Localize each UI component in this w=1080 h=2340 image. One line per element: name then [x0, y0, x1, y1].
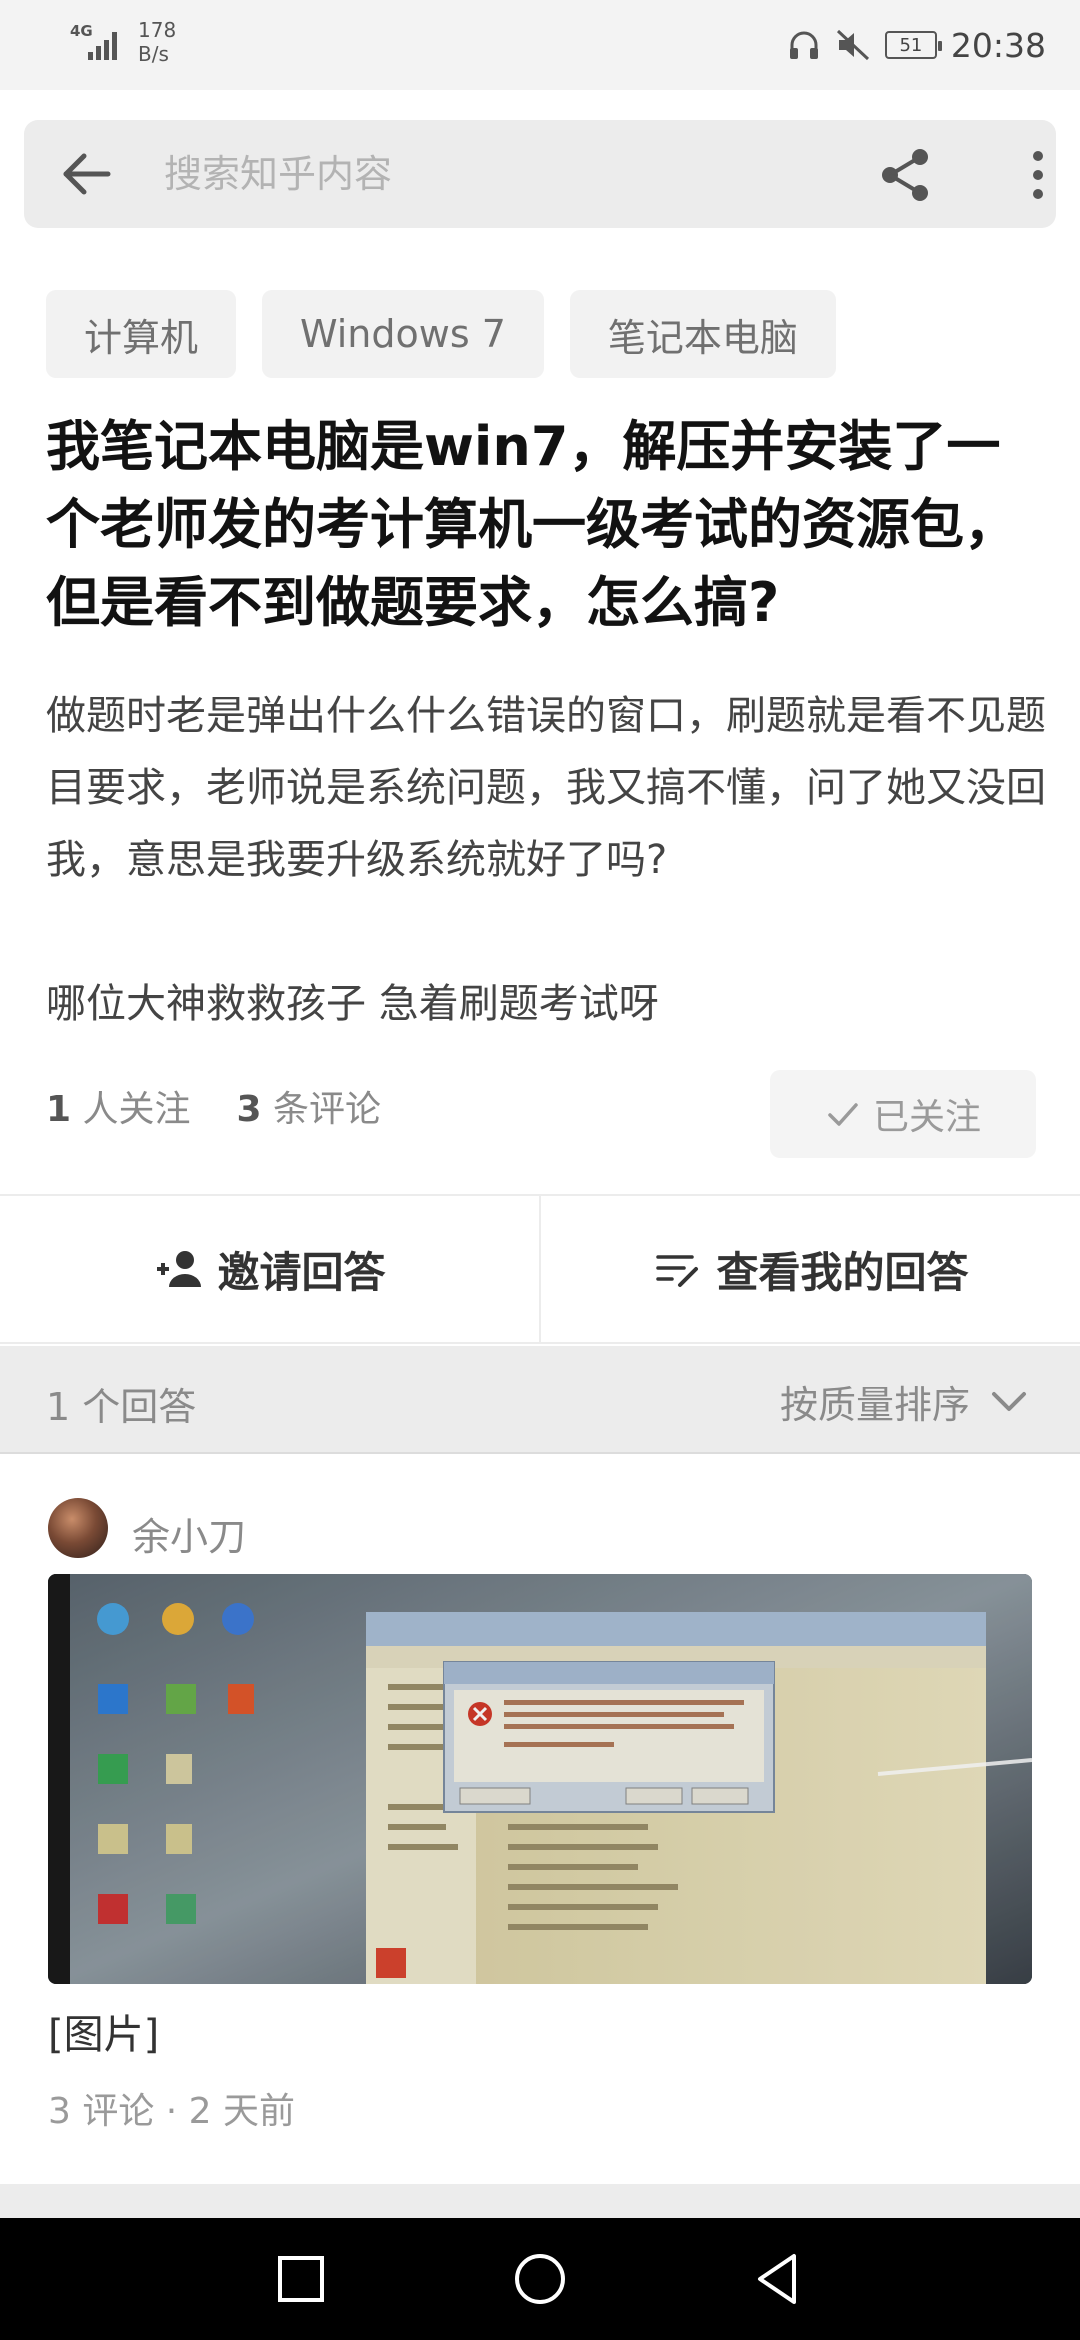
nav-back-icon[interactable] — [748, 2248, 810, 2310]
check-icon — [828, 1103, 858, 1126]
clock: 20:38 — [950, 25, 1046, 65]
follow-button[interactable]: 已关注 — [770, 1070, 1036, 1158]
network-speed: 178 B/s — [138, 18, 177, 66]
topic-tag[interactable]: 计算机 — [46, 290, 237, 378]
topic-tags: 计算机 Windows 7 笔记本电脑 — [46, 290, 836, 378]
search-input[interactable] — [164, 144, 844, 204]
topic-tag[interactable]: 笔记本电脑 — [569, 290, 836, 378]
question-actions: 邀请回答 查看我的回答 — [0, 1194, 1080, 1344]
invite-answer-label: 邀请回答 — [217, 1247, 386, 1297]
question-meta: 1 人关注 3 条评论 — [46, 1080, 381, 1132]
answer-photo[interactable] — [48, 1574, 1032, 1984]
system-navigation-bar — [0, 2218, 1080, 2340]
question-paragraph: 哪位大神救救孩子 急着刷题考试呀 — [46, 981, 659, 1027]
more-vertical-icon[interactable] — [1010, 146, 1066, 204]
follow-button-label: 已关注 — [872, 1097, 981, 1138]
answer-meta[interactable]: 3 评论 · 2 天前 — [48, 2082, 295, 2134]
search-bar — [24, 120, 1056, 228]
sort-dropdown[interactable]: 按质量排序 — [780, 1374, 1030, 1429]
answers-count: 1 个回答 — [46, 1385, 197, 1429]
answers-header: 1 个回答 按质量排序 — [0, 1346, 1080, 1454]
view-my-answer-label: 查看我的回答 — [716, 1247, 969, 1297]
image-caption: [图片] — [48, 2012, 160, 2058]
nav-home-icon[interactable] — [509, 2248, 571, 2310]
sort-label: 按质量排序 — [779, 1383, 970, 1427]
avatar[interactable] — [48, 1498, 108, 1558]
section-divider — [0, 2184, 1080, 2218]
followers-count[interactable]: 1 人关注 — [46, 1080, 191, 1132]
mute-icon — [836, 29, 869, 61]
share-icon[interactable] — [876, 146, 934, 204]
question-body: 做题时老是弹出什么什么错误的窗口，刷题就是看不见题目要求，老师说是系统问题，我又… — [46, 680, 1046, 1040]
topic-tag[interactable]: Windows 7 — [262, 290, 544, 378]
comments-count[interactable]: 3 条评论 — [237, 1080, 382, 1132]
status-right: 51 20:38 — [787, 20, 1046, 70]
view-my-answer-button[interactable]: 查看我的回答 — [539, 1196, 1080, 1342]
signal-icon — [88, 32, 117, 60]
question-title: 我笔记本电脑是win7，解压并安装了一个老师发的考计算机一级考试的资源包，但是看… — [46, 415, 1018, 634]
question-paragraph: 做题时老是弹出什么什么错误的窗口，刷题就是看不见题目要求，老师说是系统问题，我又… — [46, 693, 1046, 883]
chevron-down-icon — [992, 1391, 1026, 1411]
battery-indicator: 51 — [884, 31, 942, 59]
invite-answer-button[interactable]: 邀请回答 — [0, 1196, 539, 1342]
headphones-icon — [789, 31, 818, 59]
status-bar: 4G 178 B/s 51 20:38 — [0, 0, 1080, 90]
edit-list-icon — [656, 1255, 699, 1287]
nav-recent-icon[interactable] — [270, 2248, 332, 2310]
add-person-icon — [157, 1251, 202, 1287]
back-arrow-icon[interactable] — [56, 144, 116, 204]
author-name[interactable]: 余小刀 — [132, 1506, 246, 1561]
answer-card[interactable]: 余小刀 [图片] 3 评论 · 2 天前 — [0, 1456, 1080, 2182]
